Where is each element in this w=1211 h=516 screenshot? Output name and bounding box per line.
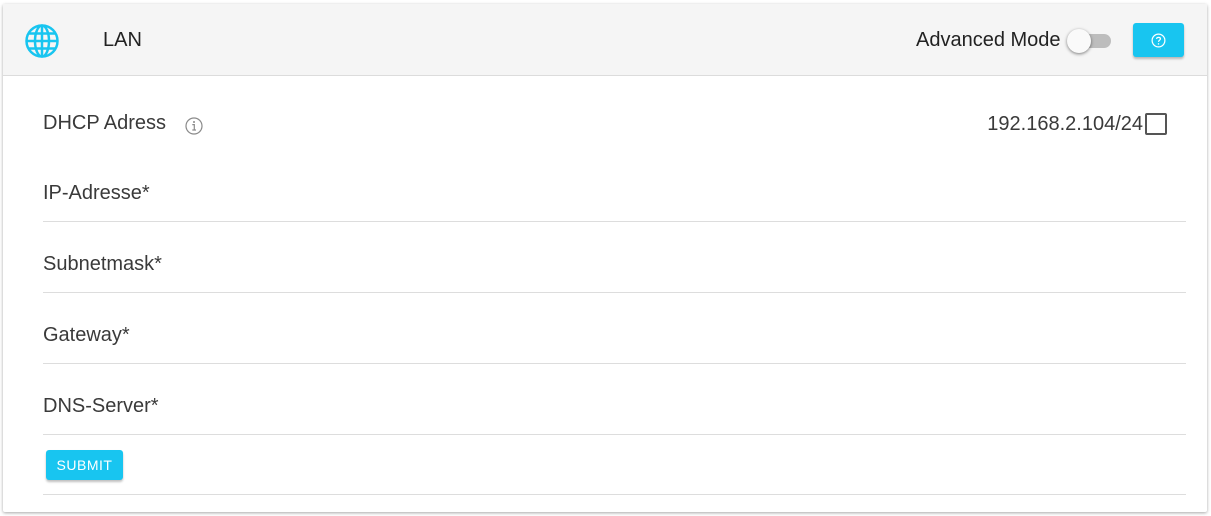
lan-settings-card: LAN Advanced Mode DHCP Adress 192.168.2.… [3, 4, 1207, 512]
card-header: LAN Advanced Mode [3, 4, 1207, 76]
dns-server-field[interactable]: DNS-Server* [43, 387, 1186, 435]
subnetmask-label: Subnetmask* [43, 253, 162, 275]
question-circle-icon [1151, 33, 1166, 48]
globe-icon [25, 24, 59, 58]
field-underline [43, 434, 1186, 435]
dhcp-checkbox[interactable] [1145, 113, 1167, 135]
advanced-mode-label: Advanced Mode [916, 29, 1061, 51]
dhcp-address-value: 192.168.2.104/24 [987, 113, 1143, 135]
dhcp-row: DHCP Adress 192.168.2.104/24 [43, 112, 1186, 138]
field-underline [43, 363, 1186, 364]
toggle-knob [1067, 29, 1091, 53]
dns-server-label: DNS-Server* [43, 395, 159, 417]
ip-address-field[interactable]: IP-Adresse* [43, 174, 1186, 222]
info-icon[interactable] [184, 116, 204, 136]
page-title: LAN [103, 29, 142, 51]
ip-address-label: IP-Adresse* [43, 182, 150, 204]
field-underline [43, 221, 1186, 222]
submit-button[interactable]: SUBMIT [46, 450, 123, 480]
field-underline [43, 292, 1186, 293]
subnetmask-field[interactable]: Subnetmask* [43, 245, 1186, 293]
gateway-label: Gateway* [43, 324, 130, 346]
help-button[interactable] [1133, 23, 1184, 57]
gateway-field[interactable]: Gateway* [43, 316, 1186, 364]
bottom-divider [43, 494, 1186, 495]
dhcp-label: DHCP Adress [43, 112, 167, 134]
advanced-mode-toggle[interactable] [1067, 26, 1113, 56]
